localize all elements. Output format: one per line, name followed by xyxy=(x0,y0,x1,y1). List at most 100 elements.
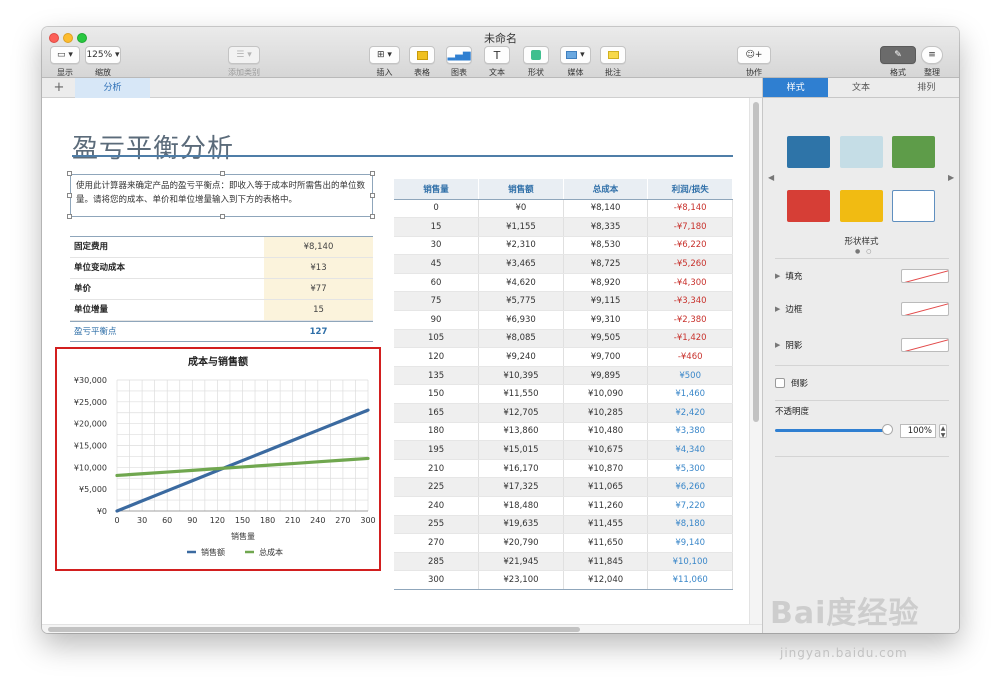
table-cell[interactable]: 270 xyxy=(394,533,480,553)
view-tool[interactable]: ▭ ▾ 显示 xyxy=(50,46,80,78)
shape-tool[interactable]: 形状 xyxy=(523,46,549,78)
shadow-color-well[interactable] xyxy=(901,338,949,352)
table-cell[interactable]: ¥2,310 xyxy=(478,236,564,256)
table-cell[interactable]: ¥10,285 xyxy=(563,403,649,423)
unit-increment-cell[interactable]: 15 xyxy=(264,300,373,320)
style-swatch[interactable] xyxy=(892,136,935,168)
table-cell[interactable]: ¥10,480 xyxy=(563,422,649,442)
table-cell[interactable]: 300 xyxy=(394,570,480,590)
tab-style[interactable]: 样式 xyxy=(763,78,829,97)
table-cell[interactable]: ¥10,090 xyxy=(563,384,649,405)
resize-handle[interactable] xyxy=(220,214,225,219)
table-cell[interactable]: ¥0 xyxy=(478,199,564,219)
add-sheet-button[interactable]: + xyxy=(52,80,66,95)
table-cell[interactable]: -¥2,380 xyxy=(647,310,733,330)
table-cell[interactable]: 255 xyxy=(394,515,480,535)
horizontal-scrollbar[interactable] xyxy=(42,624,762,633)
table-cell[interactable]: 150 xyxy=(394,384,480,405)
table-cell[interactable]: ¥16,170 xyxy=(478,459,564,479)
opacity-slider[interactable] xyxy=(775,429,887,432)
table-cell[interactable]: ¥9,240 xyxy=(478,347,564,367)
style-swatch[interactable] xyxy=(787,190,830,222)
document-canvas[interactable]: 盈亏平衡分析 使用此计算器来确定产品的盈亏平衡点：即收入等于成本时所需售出的单位… xyxy=(42,98,748,624)
table-cell[interactable]: ¥8,725 xyxy=(563,254,649,274)
table-cell[interactable]: ¥8,335 xyxy=(563,217,649,237)
opacity-stepper[interactable]: ▲ ▼ xyxy=(939,424,947,439)
table-cell[interactable]: ¥11,845 xyxy=(563,552,649,572)
table-cell[interactable]: 15 xyxy=(394,217,480,237)
table-cell[interactable]: ¥12,040 xyxy=(563,570,649,590)
table-cell[interactable]: ¥8,180 xyxy=(647,515,733,535)
table-cell[interactable]: ¥3,465 xyxy=(478,254,564,274)
table-cell[interactable]: ¥9,310 xyxy=(563,310,649,330)
table-cell[interactable]: 90 xyxy=(394,310,480,330)
table-cell[interactable]: -¥4,300 xyxy=(647,273,733,293)
table-cell[interactable]: ¥10,395 xyxy=(478,366,564,386)
table-cell[interactable]: ¥1,460 xyxy=(647,384,733,405)
table-cell[interactable]: ¥9,505 xyxy=(563,329,649,349)
cost-sales-chart[interactable]: 成本与销售额 ¥0 ¥5,000 ¥10,000 ¥15,000 ¥20,000 ¥25,… xyxy=(55,347,381,571)
media-tool[interactable]: ▾ 媒体 xyxy=(560,46,591,78)
tab-arrange[interactable]: 排列 xyxy=(894,78,959,97)
table-cell[interactable]: ¥10,675 xyxy=(563,440,649,460)
table-cell[interactable]: 240 xyxy=(394,496,480,516)
fixed-cost-cell[interactable]: ¥8,140 xyxy=(264,237,373,257)
table-cell[interactable]: 210 xyxy=(394,459,480,479)
reflection-section[interactable]: 倒影 xyxy=(775,365,949,399)
style-swatch[interactable] xyxy=(840,136,883,168)
table-cell[interactable]: ¥21,945 xyxy=(478,552,564,572)
table-cell[interactable]: ¥23,100 xyxy=(478,570,564,590)
table-cell[interactable]: -¥5,260 xyxy=(647,254,733,274)
reflection-checkbox[interactable] xyxy=(775,377,785,388)
unit-price-cell[interactable]: ¥77 xyxy=(264,279,373,299)
table-cell[interactable]: -¥7,180 xyxy=(647,217,733,237)
table-cell[interactable]: ¥11,650 xyxy=(563,533,649,553)
table-cell[interactable]: ¥8,530 xyxy=(563,236,649,256)
table-cell[interactable]: -¥3,340 xyxy=(647,291,733,312)
table-cell[interactable]: ¥8,085 xyxy=(478,329,564,349)
table-cell[interactable]: 285 xyxy=(394,552,480,572)
table-cell[interactable]: 165 xyxy=(394,403,480,423)
tab-analysis[interactable]: 分析 xyxy=(75,78,150,98)
table-cell[interactable]: ¥9,115 xyxy=(563,291,649,312)
resize-handle[interactable] xyxy=(67,193,72,198)
chart-tool[interactable]: ▂▄▆ 图表 xyxy=(446,46,472,78)
resize-handle[interactable] xyxy=(370,171,375,176)
description-text-box[interactable]: 使用此计算器来确定产品的盈亏平衡点：即收入等于成本时所需售出的单位数量。请将您的… xyxy=(70,174,373,217)
opacity-field[interactable]: 100% xyxy=(900,424,936,438)
table-cell[interactable]: ¥7,220 xyxy=(647,496,733,516)
table-cell[interactable]: ¥8,920 xyxy=(563,273,649,293)
table-cell[interactable]: ¥11,065 xyxy=(563,477,649,497)
table-cell[interactable]: 120 xyxy=(394,347,480,367)
zoom-tool[interactable]: 125% ▾ 缩放 xyxy=(85,46,121,78)
table-cell[interactable]: 45 xyxy=(394,254,480,274)
table-cell[interactable]: ¥2,420 xyxy=(647,403,733,423)
table-cell[interactable]: ¥13,860 xyxy=(478,422,564,442)
table-cell[interactable]: ¥10,870 xyxy=(563,459,649,479)
chevron-right-icon[interactable]: ▶ xyxy=(948,173,954,182)
style-swatch[interactable] xyxy=(892,190,935,222)
fill-color-well[interactable] xyxy=(901,268,949,283)
column-header[interactable]: 销售额 xyxy=(478,179,564,200)
table-cell[interactable]: ¥12,705 xyxy=(478,403,564,423)
resize-handle[interactable] xyxy=(370,214,375,219)
table-cell[interactable]: ¥6,930 xyxy=(478,310,564,330)
table-cell[interactable]: ¥20,790 xyxy=(478,533,564,553)
fill-section[interactable]: ▶ 填充 xyxy=(775,258,949,292)
shadow-section[interactable]: ▶ 阴影 xyxy=(775,328,949,362)
page-title[interactable]: 盈亏平衡分析 xyxy=(72,128,234,165)
table-cell[interactable]: ¥18,480 xyxy=(478,496,564,516)
table-cell[interactable]: -¥8,140 xyxy=(647,199,733,219)
table-tool[interactable]: 表格 xyxy=(409,46,435,78)
table-cell[interactable]: ¥9,895 xyxy=(563,366,649,386)
table-cell[interactable]: -¥6,220 xyxy=(647,236,733,256)
table-cell[interactable]: 180 xyxy=(394,422,480,442)
table-cell[interactable]: ¥5,300 xyxy=(647,459,733,479)
variable-cost-cell[interactable]: ¥13 xyxy=(264,258,373,278)
table-cell[interactable]: 60 xyxy=(394,273,480,293)
resize-handle[interactable] xyxy=(67,214,72,219)
vertical-scrollbar[interactable] xyxy=(749,98,762,624)
table-cell[interactable]: 105 xyxy=(394,329,480,349)
table-cell[interactable]: ¥15,015 xyxy=(478,440,564,460)
table-cell[interactable]: ¥6,260 xyxy=(647,477,733,497)
